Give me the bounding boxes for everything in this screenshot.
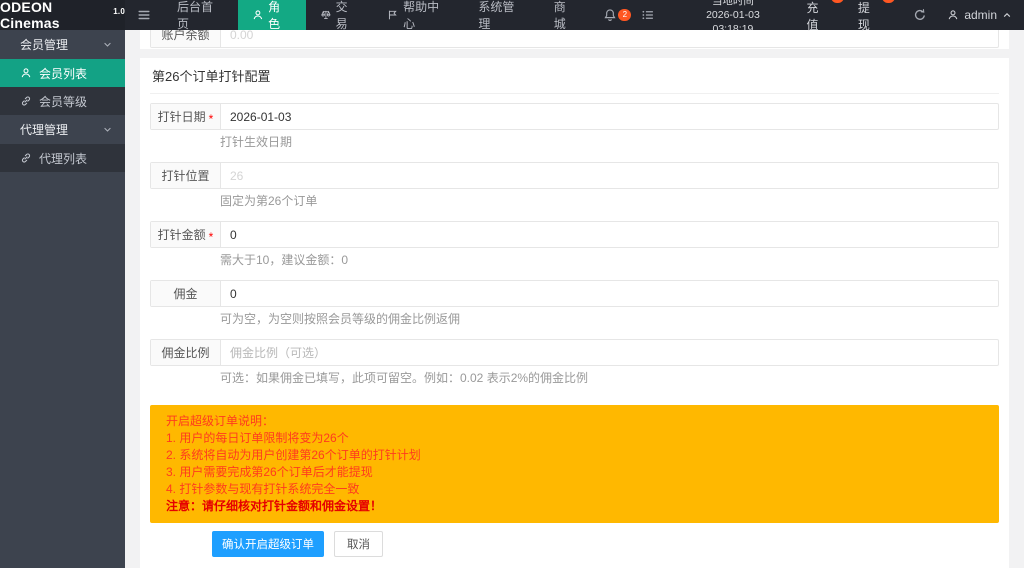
nav-item[interactable]: 商城 <box>540 0 592 31</box>
warning-line: 1. 用户的每日订单限制将变为26个 <box>166 431 349 445</box>
field-input[interactable]: 2026-01-03 <box>221 104 998 129</box>
app-logo[interactable]: ODEON Cinemas 1.0 <box>0 0 125 31</box>
topbar: ODEON Cinemas 1.0 后台首页 角色 交易 帮助中心 系统管理 商城… <box>0 0 1024 35</box>
recharge-button[interactable]: 充值 0 <box>806 0 844 33</box>
warning-line: 2. 系统将自动为用户创建第26个订单的打针计划 <box>166 448 421 462</box>
sidebar-group[interactable]: 代理管理 <box>0 115 125 144</box>
withdraw-badge: 0 <box>882 0 896 3</box>
field-input[interactable]: 0 <box>221 222 998 247</box>
withdraw-button[interactable]: 提现 0 <box>858 0 896 33</box>
field-input-group: 佣金比例* 佣金比例（可选） <box>150 339 999 366</box>
field-label: 佣金* <box>151 281 221 306</box>
nav-item[interactable]: 帮助中心 <box>373 0 464 31</box>
main-content: 账户余额 0.00 第26个订单打针配置 打针日期 * 2026-01-03 打针… <box>125 30 1024 568</box>
form-field: 佣金* 0 可为空，为空则按照会员等级的佣金比例返佣 <box>150 280 999 326</box>
link-icon <box>20 152 32 164</box>
hamburger-icon <box>137 8 151 22</box>
nav-item[interactable]: 交易 <box>306 0 373 31</box>
field-label: 打针金额 * <box>151 222 221 247</box>
nav-item[interactable]: 系统管理 <box>464 0 539 31</box>
topbar-right: 2 当地时间 2026-01-03 03:18:19 充值 0 提现 0 adm… <box>591 0 1024 35</box>
field-input[interactable]: 0 <box>221 281 998 306</box>
field-label: 打针日期 * <box>151 104 221 129</box>
form-field: 打针日期 * 2026-01-03 打针生效日期 <box>150 103 999 149</box>
field-hint: 可选：如果佣金已填写，此项可留空。例如：0.02 表示2%的佣金比例 <box>220 371 589 385</box>
field-input-group: 佣金* 0 <box>150 280 999 307</box>
log-list-button[interactable] <box>629 8 667 22</box>
sidebar-item[interactable]: 代理列表 <box>0 144 125 172</box>
bell-icon <box>603 8 617 22</box>
warning-box: 开启超级订单说明： 1. 用户的每日订单限制将变为26个 2. 系统将自动为用户创… <box>150 405 999 523</box>
config-card: 第26个订单打针配置 打针日期* 2026-01-03 打针生效日期 打针位置*… <box>140 58 1009 568</box>
field-label: 佣金比例* <box>151 340 221 365</box>
warning-line: 4. 打针参数与现有打针系统完全一致 <box>166 482 360 496</box>
warning-note: 注意：请仔细核对打针金额和佣金设置！ <box>166 499 383 513</box>
sidebar-item[interactable]: 会员列表 <box>0 59 125 87</box>
form-field: 佣金比例* 佣金比例（可选） 可选：如果佣金已填写，此项可留空。例如：0.02 … <box>150 339 999 385</box>
flag-icon <box>387 9 399 21</box>
chevron-down-icon <box>102 39 113 50</box>
person-icon <box>252 9 264 21</box>
notifications-button[interactable]: 2 <box>591 8 632 22</box>
nav-item[interactable]: 角色 <box>238 0 306 31</box>
field-input[interactable]: 佣金比例（可选） <box>221 340 998 365</box>
field-hint: 需大于10，建议金额：0 <box>220 253 349 267</box>
user-menu[interactable]: admin <box>947 8 1012 22</box>
person-icon <box>20 67 32 79</box>
link-icon <box>20 95 32 107</box>
chevron-up-icon <box>1002 10 1012 20</box>
field-input-group: 打针日期 * 2026-01-03 <box>150 103 999 130</box>
field-hint: 打针生效日期 <box>220 135 293 149</box>
field-input-group: 打针金额 * 0 <box>150 221 999 248</box>
username: admin <box>964 8 998 22</box>
field-hint: 可为空，为空则按照会员等级的佣金比例返佣 <box>220 312 461 326</box>
warning-line: 3. 用户需要完成第26个订单后才能提现 <box>166 465 373 479</box>
form-fields: 打针日期* 2026-01-03 打针生效日期 打针位置* 26 固定为第26个… <box>150 103 999 385</box>
required-asterisk: * <box>208 229 214 244</box>
nav-item[interactable]: 后台首页 <box>163 0 238 31</box>
sidebar-toggle-button[interactable] <box>125 0 163 30</box>
person-icon <box>947 9 959 21</box>
form-field: 打针位置* 26 固定为第26个订单 <box>150 162 999 208</box>
sidebar-group[interactable]: 会员管理 <box>0 30 125 59</box>
button-row: 确认开启超级订单 取消 <box>150 531 999 557</box>
sidebar-item[interactable]: 会员等级 <box>0 87 125 115</box>
chevron-down-icon <box>102 124 113 135</box>
refresh-icon <box>913 8 927 22</box>
field-hint: 固定为第26个订单 <box>220 194 318 208</box>
form-field: 打针金额 * 0 需大于10，建议金额：0 <box>150 221 999 267</box>
confirm-super-order-button[interactable]: 确认开启超级订单 <box>212 531 324 557</box>
warning-title: 开启超级订单说明： <box>166 414 275 428</box>
section-title: 第26个订单打针配置 <box>150 66 999 94</box>
refresh-button[interactable] <box>901 8 939 22</box>
local-time-label: 当地时间 <box>711 0 754 7</box>
field-input-group: 打针位置* 26 <box>150 162 999 189</box>
recharge-badge: 0 <box>830 0 844 3</box>
field-label: 打针位置* <box>151 163 221 188</box>
field-input[interactable]: 26 <box>221 163 998 188</box>
app-title: ODEON Cinemas <box>0 0 60 31</box>
balance-label: 账户余额 <box>151 30 221 47</box>
sidebar: 会员管理 会员列表 会员等级 代理管理 代理列表 <box>0 30 125 568</box>
cancel-button[interactable]: 取消 <box>334 531 383 557</box>
list-icon <box>641 8 655 22</box>
main-nav: 后台首页 角色 交易 帮助中心 系统管理 商城 <box>163 0 592 31</box>
required-asterisk: * <box>208 111 214 126</box>
scale-icon <box>320 9 332 21</box>
app-version: 1.0 <box>113 6 125 16</box>
